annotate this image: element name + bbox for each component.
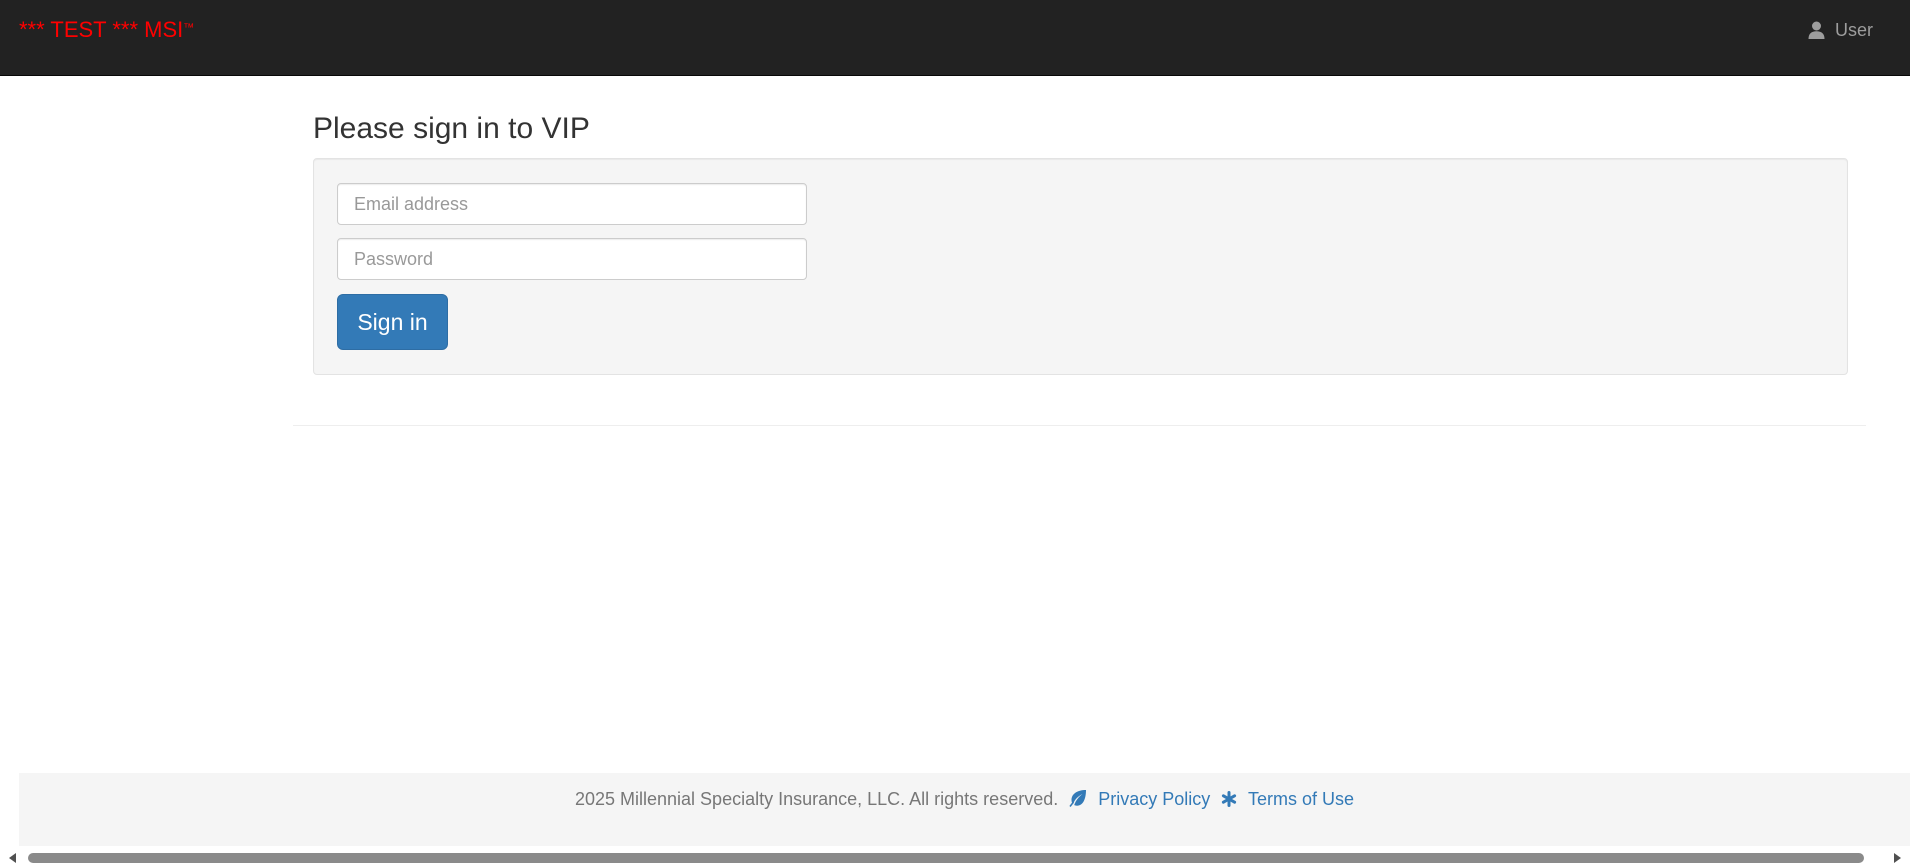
sign-in-button[interactable]: Sign in — [337, 294, 448, 350]
user-icon — [1808, 21, 1825, 39]
leaf-icon — [1069, 789, 1087, 813]
page-title: Please sign in to VIP — [313, 112, 590, 145]
asterisk-icon — [1221, 789, 1237, 813]
brand-text: *** TEST *** MSI — [19, 17, 184, 42]
password-field[interactable] — [337, 238, 807, 280]
trademark-symbol: ™ — [183, 22, 195, 34]
top-navbar: *** TEST *** MSI™ User — [0, 0, 1910, 76]
footer-content: 2025 Millennial Specialty Insurance, LLC… — [19, 787, 1910, 813]
privacy-policy-link[interactable]: Privacy Policy — [1098, 789, 1210, 809]
scroll-left-icon[interactable] — [9, 853, 16, 863]
user-label: User — [1834, 20, 1873, 40]
user-menu[interactable]: User — [1808, 19, 1873, 41]
footer: 2025 Millennial Specialty Insurance, LLC… — [19, 773, 1910, 846]
horizontal-scrollbar[interactable] — [0, 849, 1910, 867]
email-field[interactable] — [337, 183, 807, 225]
content-divider — [293, 425, 1866, 426]
scroll-right-icon[interactable] — [1894, 853, 1901, 863]
copyright-text: 2025 Millennial Specialty Insurance, LLC… — [574, 789, 1059, 809]
terms-of-use-link[interactable]: Terms of Use — [1248, 789, 1354, 809]
brand-link[interactable]: *** TEST *** MSI™ — [19, 17, 194, 43]
signin-form-panel: Sign in — [313, 158, 1848, 375]
scrollbar-thumb[interactable] — [28, 853, 1864, 863]
